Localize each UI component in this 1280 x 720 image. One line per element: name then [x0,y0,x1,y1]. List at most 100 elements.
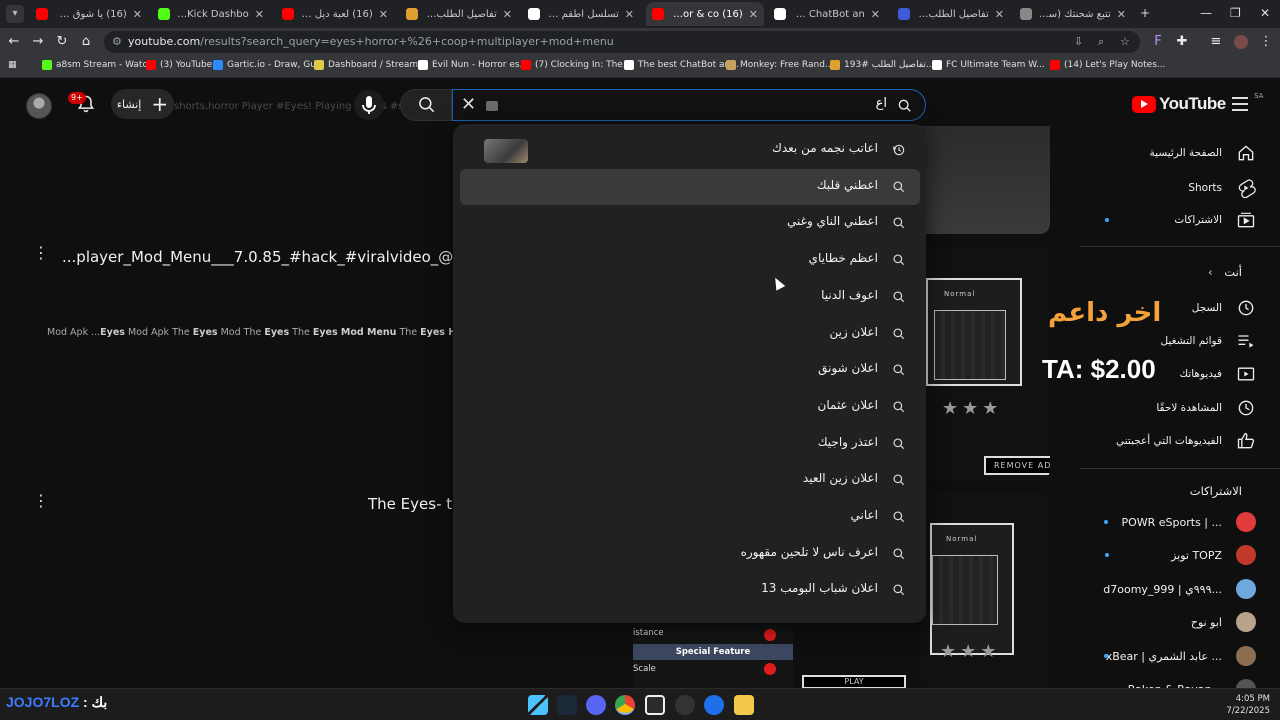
bookmark-item[interactable]: Monkey: Free Rand... [726,60,834,70]
bookmark-item[interactable]: Evil Nun - Horror es... [418,60,528,70]
account-avatar[interactable] [26,93,52,119]
close-window-icon[interactable]: ✕ [1260,6,1270,20]
suggestion-item[interactable]: اعلان زين العيد [460,462,920,498]
browser-tab[interactable]: تفاصيل الطلب #2929 ✕ [400,2,518,26]
subscription-item[interactable]: Raken & Rayan... [1080,678,1256,688]
chrome-icon[interactable] [615,695,635,715]
search-input[interactable]: ✕ اع [452,89,926,121]
toggle-dot [764,629,776,641]
suggestion-item[interactable]: اعرف ناس لا تلحين مقهوره [460,536,920,572]
video-thumbnail[interactable]: Normal ★★★ REMOVE AD [920,248,1050,480]
tab-close-icon[interactable]: ✕ [871,8,880,21]
apps-icon[interactable]: ▦ [8,60,17,70]
browser-tab[interactable]: تفاصيل الطلب #1140 ✕ [892,2,1010,26]
tab-close-icon[interactable]: ✕ [995,8,1004,21]
tab-close-icon[interactable]: ✕ [503,8,512,21]
suggestion-item[interactable]: اعلان شونق [460,352,920,388]
guide-item-shorts[interactable]: Shorts [1080,173,1256,203]
reload-icon[interactable]: ↻ [54,34,70,49]
file-explorer-icon[interactable] [734,695,754,715]
browser-tab[interactable]: (16) لعبة ديل شولدرز ✕ [276,2,394,26]
search-submit-button[interactable] [400,89,452,121]
video-thumbnail[interactable]: Normal ★★★ [920,493,1050,688]
guide-item-history[interactable]: السجل [1080,293,1256,323]
subscription-item[interactable]: d7oomy_999 | ٩٩٩ي... [1080,578,1256,600]
bookmark-label: (14) Let's Play Notes... [1064,60,1166,70]
suggestion-thumbnail[interactable] [484,139,528,163]
video-title[interactable]: ...player_Mod_Menu___7.0.85_#hack_#viral… [62,248,510,266]
subscription-item[interactable]: ابو نوح [1080,611,1256,633]
bookmark-star-icon[interactable]: ☆ [1120,35,1130,48]
create-button[interactable]: إنشاء + [111,89,174,119]
restore-icon[interactable]: ❐ [1230,6,1241,20]
guide-item-your-videos[interactable]: فيديوهاتك [1080,359,1256,389]
tab-close-icon[interactable]: ✕ [255,8,264,21]
browser-tab[interactable]: Stream - Kick Dashbo ✕ [152,2,270,26]
bookmark-item[interactable]: (7) Clocking In: The... [521,60,631,70]
capture-app-icon[interactable] [645,695,665,715]
tab-close-icon[interactable]: ✕ [1117,8,1126,21]
browser-tab[interactable]: (16) يا شوق ube ✕ [30,2,148,26]
browser-menu-icon[interactable]: ⋮ [1258,34,1274,49]
suggestion-item[interactable]: اعاني [460,499,920,535]
bookmark-item[interactable]: (3) YouTube [146,60,212,70]
bookmark-item[interactable]: The best ChatBot an... [624,60,739,70]
install-icon[interactable]: ⇩ [1074,35,1083,48]
back-icon[interactable]: ← [6,34,22,49]
youtube-logo[interactable]: YouTube SA [1132,92,1263,114]
suggestion-item[interactable]: اعطني قلبك [460,168,920,205]
guide-item-playlists[interactable]: قوائم التشغيل [1080,326,1256,356]
tab-close-icon[interactable]: ✕ [133,8,142,21]
extension-f-icon[interactable]: F [1150,34,1166,49]
video-thumbnail[interactable] [920,126,1050,234]
browser-tab[interactable]: تسلسل اطقم الهلال م ✕ [522,2,640,26]
tab-search-icon[interactable]: ▾ [6,5,24,23]
suggestion-item[interactable]: اعاتب نجمه من بعدك [460,132,920,168]
obs-icon[interactable] [675,695,695,715]
bookmark-item[interactable]: (14) Let's Play Notes... [1050,60,1166,70]
suggestion-item[interactable]: اعلان عثمان [460,389,920,425]
steam-icon[interactable] [557,695,577,715]
guide-menu-icon[interactable] [1232,97,1248,115]
start-icon[interactable] [528,695,548,715]
voice-search-icon[interactable] [354,90,384,120]
system-clock[interactable]: 4:05 PM 7/22/2025 [1226,693,1270,717]
guide-item-liked[interactable]: الفيديوهات التي أعجبتني [1080,426,1256,456]
you-section-header[interactable]: أنت › [1208,265,1242,279]
guide-item-home[interactable]: الصفحة الرئيسية [1080,138,1256,168]
suggestion-item[interactable]: اعتذر واجيك [460,426,920,462]
site-info-icon[interactable]: ⚙ [112,35,122,48]
bookmark-item[interactable]: تفاصيل الطلب #193... [830,60,934,70]
discord-icon[interactable] [586,695,606,715]
app-icon[interactable] [704,695,724,715]
suggestion-item[interactable]: اعوف الدنيا [460,279,920,315]
suggestion-item[interactable]: اعلان شباب البومب 13 [460,572,920,608]
bookmark-item[interactable]: Dashboard / Stream... [314,60,427,70]
more-actions-icon[interactable]: ⋮ [33,245,49,261]
address-bar[interactable]: ⚙ youtube.com/results?search_query=eyes+… [104,31,1140,53]
zoom-icon[interactable]: ⌕ [1098,35,1104,49]
guide-item-watch-later[interactable]: المشاهدة لاحقًا [1080,393,1256,423]
profile-avatar[interactable] [1234,35,1248,49]
extensions-icon[interactable]: ✚ [1174,34,1190,49]
suggestion-item[interactable]: اعطني الناي وغني [460,205,920,241]
browser-tab[interactable]: The best ChatBot an ✕ [768,2,886,26]
minimize-icon[interactable]: — [1200,6,1212,20]
tab-close-icon[interactable]: ✕ [379,8,388,21]
keyboard-icon[interactable] [486,101,498,111]
browser-tab[interactable]: (16) eyes horror & co ✕ [646,2,764,26]
suggestion-item[interactable]: اعظم خطاياي [460,242,920,278]
tab-close-icon[interactable]: ✕ [749,8,758,21]
tab-close-icon[interactable]: ✕ [625,8,634,21]
more-actions-icon[interactable]: ⋮ [33,493,49,509]
forward-icon[interactable]: → [30,34,46,49]
browser-tab[interactable]: تتبع شحنتك (سلة) ✕ [1014,2,1132,26]
suggestion-item[interactable]: اعلان زين [460,316,920,352]
bookmark-item[interactable]: Gartic.io - Draw, Gu... [213,60,325,70]
new-tab-button[interactable]: + [1140,6,1150,20]
clear-search-icon[interactable]: ✕ [461,96,476,114]
home-browser-icon[interactable]: ⌂ [78,34,94,49]
bookmark-item[interactable]: a8sm Stream - Watc... [42,60,156,70]
bookmark-item[interactable]: FC Ultimate Team W... [932,60,1045,70]
media-control-icon[interactable]: ≡ [1208,34,1224,49]
